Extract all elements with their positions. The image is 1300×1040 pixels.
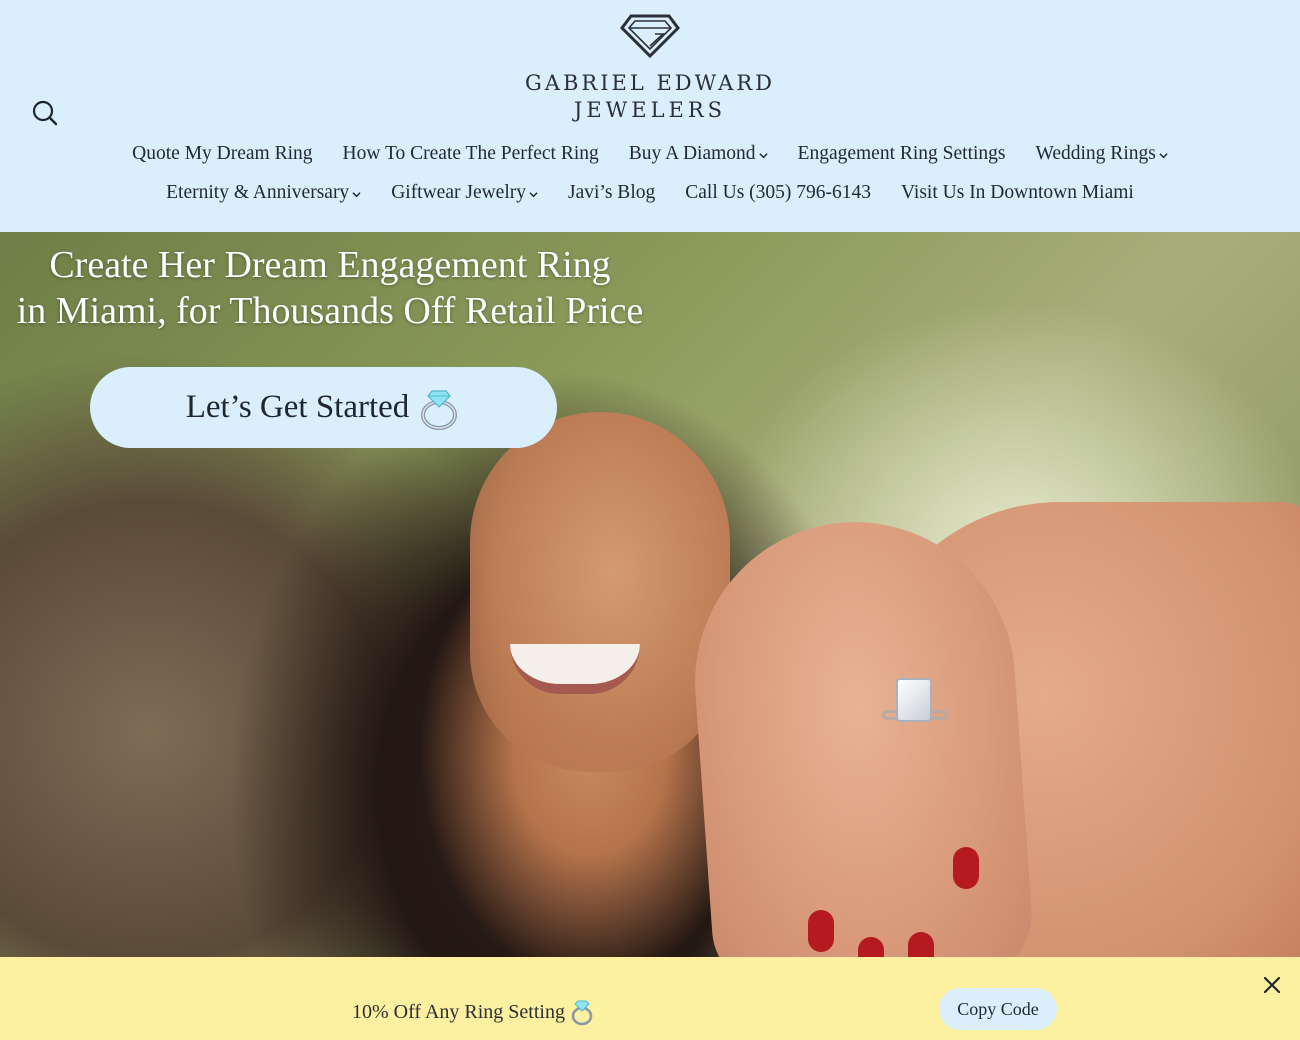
get-started-label: Let’s Get Started (185, 389, 410, 425)
copy-code-button[interactable]: Copy Code (939, 988, 1057, 1030)
main-nav-row-2: Eternity & Anniversary Giftwear Jewelry … (0, 180, 1300, 206)
main-nav-row-1: Quote My Dream Ring How To Create The Pe… (0, 141, 1300, 167)
hero-title: Create Her Dream Engagement Ring in Miam… (0, 242, 660, 334)
get-started-button[interactable]: Let’s Get Started (90, 367, 557, 448)
nav-item-label: Quote My Dream Ring (132, 143, 313, 164)
nav-item-label: Call Us (305) 796-6143 (685, 182, 872, 203)
nav-item-label: How To Create The Perfect Ring (342, 143, 599, 164)
nav-item-label: Visit Us In Downtown Miami (901, 182, 1134, 203)
hero-nail-shape (858, 937, 884, 957)
nav-item-label: Wedding Rings (1035, 143, 1156, 164)
nav-item-how-to-create[interactable]: How To Create The Perfect Ring (343, 141, 599, 167)
close-icon[interactable] (1260, 973, 1284, 997)
nav-item-eternity-anniversary[interactable]: Eternity & Anniversary (166, 180, 361, 206)
nav-item-javis-blog[interactable]: Javi’s Blog (568, 180, 655, 206)
nav-item-label: Giftwear Jewelry (391, 182, 527, 203)
chevron-down-icon (352, 192, 361, 198)
chevron-down-icon (1159, 153, 1168, 159)
nav-item-label: Javi’s Blog (568, 182, 656, 203)
nav-item-wedding-rings[interactable]: Wedding Rings (1036, 141, 1168, 167)
ring-icon (421, 389, 458, 430)
promo-text: 10% Off Any Ring Setting (352, 1000, 565, 1023)
nav-item-engagement-ring-settings[interactable]: Engagement Ring Settings (798, 141, 1006, 167)
hero-nail-shape (953, 847, 979, 889)
ring-icon (571, 1000, 593, 1026)
site-logo[interactable]: GABRIEL EDWARD JEWELERS (500, 12, 800, 130)
hero-nail-shape (908, 932, 934, 957)
hero-title-line1: Create Her Dream Engagement Ring (49, 244, 611, 286)
hero-title-line2: in Miami, for Thousands Off Retail Price (16, 290, 644, 332)
nav-item-quote-my-dream-ring[interactable]: Quote My Dream Ring (132, 141, 312, 167)
nav-item-label: Engagement Ring Settings (797, 143, 1006, 164)
site-header: GABRIEL EDWARD JEWELERS Quote My Dream R… (0, 0, 1300, 232)
promo-bar (0, 957, 1300, 1040)
nav-item-label: Eternity & Anniversary (166, 182, 350, 203)
hero-ring-stone (896, 678, 932, 722)
chevron-down-icon (529, 192, 538, 198)
search-icon[interactable] (30, 98, 60, 128)
nav-item-call-us[interactable]: Call Us (305) 796-6143 (685, 180, 871, 206)
hero-nail-shape (808, 910, 834, 952)
nav-item-buy-a-diamond[interactable]: Buy A Diamond (629, 141, 768, 167)
nav-item-giftwear-jewelry[interactable]: Giftwear Jewelry (391, 180, 538, 206)
logo-text-line1: GABRIEL EDWARD (525, 71, 775, 95)
chevron-down-icon (758, 153, 768, 159)
hero-face-shape (470, 412, 730, 772)
logo-text-line2: JEWELERS (573, 98, 727, 122)
nav-item-visit-us[interactable]: Visit Us In Downtown Miami (901, 180, 1134, 206)
nav-item-label: Buy A Diamond (628, 143, 756, 164)
promo-message: 10% Off Any Ring Setting (352, 998, 595, 1026)
hero-photo (0, 232, 1300, 957)
diamond-logo-icon (620, 14, 680, 59)
